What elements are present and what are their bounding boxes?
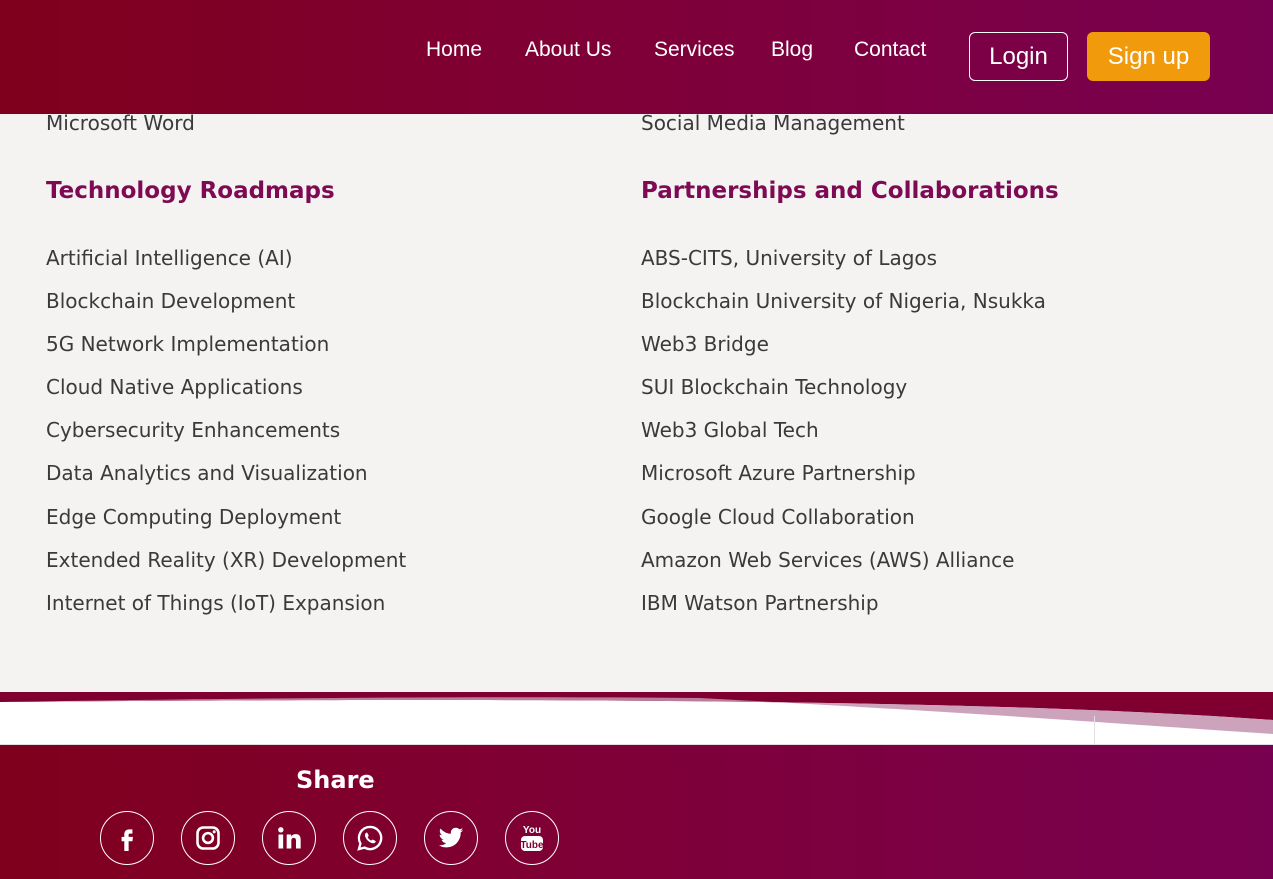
youtube-share-button[interactable]: You Tube (505, 811, 559, 865)
wave-divider (0, 692, 1273, 746)
list-item[interactable]: Cloud Native Applications (46, 374, 406, 417)
list-item[interactable]: SUI Blockchain Technology (641, 374, 1046, 417)
youtube-text-bottom: Tube (520, 840, 544, 851)
nav-about-us-link[interactable]: About Us (525, 36, 611, 64)
technology-roadmaps-heading: Technology Roadmaps (46, 178, 335, 204)
facebook-share-button[interactable] (100, 811, 154, 865)
list-item[interactable]: Artificial Intelligence (AI) (46, 245, 406, 288)
list-item[interactable]: Web3 Bridge (641, 331, 1046, 374)
share-title: Share (296, 766, 375, 794)
youtube-text-top: You (523, 825, 541, 836)
list-item[interactable]: Cybersecurity Enhancements (46, 417, 406, 460)
list-item[interactable]: ABS-CITS, University of Lagos (641, 245, 1046, 288)
signup-button[interactable]: Sign up (1087, 32, 1210, 81)
login-button[interactable]: Login (969, 32, 1068, 81)
nav-contact-link[interactable]: Contact (854, 36, 926, 64)
list-item[interactable]: Amazon Web Services (AWS) Alliance (641, 547, 1046, 590)
list-item[interactable]: Edge Computing Deployment (46, 504, 406, 547)
list-item[interactable]: Extended Reality (XR) Development (46, 547, 406, 590)
footer: Share You Tube (0, 745, 1273, 879)
list-item[interactable]: Data Analytics and Visualization (46, 460, 406, 503)
twitter-icon (438, 827, 464, 848)
list-item[interactable]: Internet of Things (IoT) Expansion (46, 590, 406, 633)
list-item[interactable]: Blockchain Development (46, 288, 406, 331)
top-navbar: Home About Us Services Blog Contact Logi… (0, 0, 1273, 114)
list-item[interactable]: IBM Watson Partnership (641, 590, 1046, 633)
linkedin-share-button[interactable] (262, 811, 316, 865)
instagram-icon (196, 826, 220, 850)
technology-roadmaps-list: Artificial Intelligence (AI) Blockchain … (46, 245, 406, 633)
list-item[interactable]: Web3 Global Tech (641, 417, 1046, 460)
facebook-icon (121, 829, 133, 851)
partnerships-list: ABS-CITS, University of Lagos Blockchain… (641, 245, 1046, 633)
nav-blog-link[interactable]: Blog (771, 36, 813, 64)
whatsapp-share-button[interactable] (343, 811, 397, 865)
linkedin-icon (278, 827, 301, 849)
youtube-icon: You Tube (520, 825, 544, 851)
nav-home-link[interactable]: Home (426, 36, 482, 64)
list-item[interactable]: Google Cloud Collaboration (641, 504, 1046, 547)
list-item[interactable]: Microsoft Azure Partnership (641, 460, 1046, 503)
partnerships-heading: Partnerships and Collaborations (641, 178, 1059, 204)
list-item[interactable]: Blockchain University of Nigeria, Nsukka (641, 288, 1046, 331)
twitter-share-button[interactable] (424, 811, 478, 865)
nav-services-link[interactable]: Services (654, 36, 735, 64)
instagram-share-button[interactable] (181, 811, 235, 865)
list-item[interactable]: 5G Network Implementation (46, 331, 406, 374)
whatsapp-icon (357, 825, 383, 851)
